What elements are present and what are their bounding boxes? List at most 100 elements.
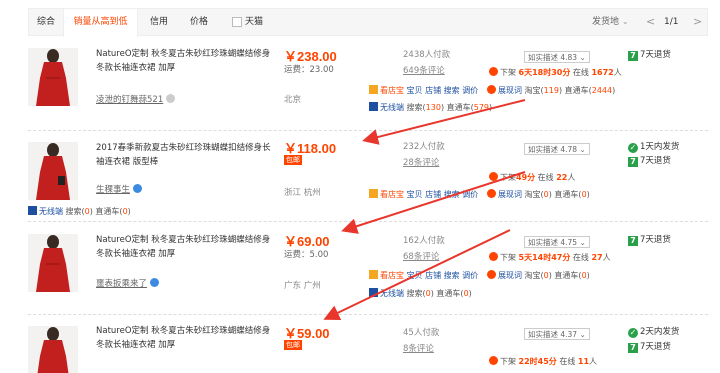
divider <box>28 221 708 222</box>
review-count[interactable]: 649条评论 <box>403 64 445 76</box>
search-link[interactable]: 搜索 <box>444 86 460 95</box>
review-count[interactable]: 68条评论 <box>403 250 439 262</box>
sort-tab-price[interactable]: 价格 <box>179 9 219 35</box>
location: 广东 广州 <box>284 281 321 291</box>
mobile-icon <box>369 288 378 297</box>
freight: 运费：5.00 <box>284 250 329 260</box>
wangwang-icon[interactable] <box>133 184 143 193</box>
listing-status: 下架 5天14时47分 在线 27人 <box>489 252 611 263</box>
price-adjust-link[interactable]: 调价 <box>462 86 478 95</box>
ship-fast-icon: ✓ <box>628 143 638 153</box>
kandianbao-link[interactable]: 看店宝 <box>380 271 404 280</box>
product-title[interactable]: NatureO定制 秋冬夏古朱砂红珍珠蝴蝶结修身冬款长袖连衣裙 加厚 <box>96 47 271 75</box>
product-thumbnail[interactable] <box>28 142 78 200</box>
keyword-link[interactable]: 展现词 <box>498 271 522 280</box>
keyword-icon <box>487 189 496 198</box>
return-icon: 7 <box>628 343 638 353</box>
description-score-dropdown[interactable]: 如实描述 4.75 ⌄ <box>524 236 590 248</box>
shop-name[interactable]: 噩表扳乘来了 <box>96 277 160 289</box>
keyword-link[interactable]: 展现词 <box>498 190 522 199</box>
keyword-icon <box>487 270 496 279</box>
free-shipping-badge: 包邮 <box>284 340 302 350</box>
wangwang-icon[interactable] <box>150 278 160 287</box>
shop-tools: 看店宝 宝贝 店铺 搜索 调价 <box>369 189 478 200</box>
sort-tab-overall[interactable]: 综合 <box>29 9 63 35</box>
location: 浙江 杭州 <box>284 188 321 198</box>
product-title[interactable]: NatureO定制 秋冬夏古朱砂红珍珠蝴蝶结修身冬款长袖连衣裙 加厚 <box>96 324 271 352</box>
ship-from-dropdown[interactable]: 发货地 ⌄ <box>592 9 629 35</box>
product-title[interactable]: NatureO定制 秋冬夏古朱砂红珍珠蝴蝶结修身冬款长袖连衣裙 加厚 <box>96 233 271 261</box>
sort-tab-credit[interactable]: 信用 <box>141 9 177 35</box>
description-score-dropdown[interactable]: 如实描述 4.37 ⌄ <box>524 328 590 340</box>
service-tag: 7 7天退货 <box>628 340 671 353</box>
wangwang-icon[interactable] <box>166 94 176 103</box>
mobile-link[interactable]: 无线端 <box>380 103 404 112</box>
service-tag: ✓ 2天内发货 <box>628 327 680 338</box>
dress-image <box>28 326 78 373</box>
product-title[interactable]: 2017春季新款夏古朱砂红珍珠蝴蝶扣结修身长袖连衣裙 版型棒 <box>96 141 271 169</box>
item-link[interactable]: 宝贝 <box>407 86 423 95</box>
service-tag: 7 7天退货 <box>628 154 671 167</box>
item-link[interactable]: 宝贝 <box>407 271 423 280</box>
freight: 运费：23.00 <box>284 65 334 75</box>
location: 北京 <box>284 95 302 105</box>
shop-link[interactable]: 店铺 <box>425 271 441 280</box>
mobile-icon <box>28 206 37 215</box>
shop-name-text: 噩表扳乘来了 <box>96 279 148 289</box>
paid-count: 232人付款 <box>403 142 445 152</box>
product-thumbnail[interactable] <box>28 48 78 106</box>
divider <box>28 130 708 131</box>
tmall-checkbox[interactable] <box>232 17 242 27</box>
prev-page-button[interactable]: < <box>646 9 655 35</box>
kandianbao-icon <box>369 189 378 198</box>
service-tag: ✓ 1天内发货 <box>628 142 680 153</box>
paid-count: 162人付款 <box>403 236 445 246</box>
description-score-dropdown[interactable]: 如实描述 4.78 ⌄ <box>524 143 590 155</box>
page-root: { "sort_bar": { "tabs": ["综合", "销量从高到低",… <box>0 0 720 373</box>
shop-tools: 看店宝 宝贝 店铺 搜索 调价 <box>369 270 478 281</box>
shop-name[interactable]: 凌泄的钉舞蒜521 <box>96 93 176 105</box>
divider <box>28 314 708 315</box>
item-link[interactable]: 宝贝 <box>407 190 423 199</box>
chevron-down-icon: ⌄ <box>621 17 629 26</box>
review-count[interactable]: 28条评论 <box>403 156 439 168</box>
review-count[interactable]: 8条评论 <box>403 342 434 354</box>
mobile-icon <box>369 102 378 111</box>
description-score: 如实描述 4.37 <box>528 330 578 339</box>
mobile-tools: 无线端 搜索(130) 直通车(579) <box>369 102 492 113</box>
listing-status: 下架 22时45分 在线 11人 <box>489 356 597 367</box>
listing-status: 下架49分 在线 22人 <box>489 172 575 183</box>
mobile-tools: 无线端 搜索(0) 直通车(0) <box>369 288 472 299</box>
price-adjust-link[interactable]: 调价 <box>462 190 478 199</box>
dress-image <box>28 48 78 106</box>
clock-icon <box>489 252 498 261</box>
shop-link[interactable]: 店铺 <box>425 190 441 199</box>
price-adjust-link[interactable]: 调价 <box>462 271 478 280</box>
description-score-dropdown[interactable]: 如实描述 4.83 ⌄ <box>524 51 590 63</box>
description-score: 如实描述 4.78 <box>528 145 578 154</box>
description-score: 如实描述 4.75 <box>528 238 578 247</box>
service-tag: 7 7天退货 <box>628 48 671 61</box>
listing-status: 下架 6天18时30分 在线 1672人 <box>489 67 622 78</box>
kandianbao-link[interactable]: 看店宝 <box>380 86 404 95</box>
kandianbao-icon <box>369 85 378 94</box>
keyword-link[interactable]: 展现词 <box>498 86 522 95</box>
product-thumbnail[interactable] <box>28 234 78 292</box>
kandianbao-link[interactable]: 看店宝 <box>380 190 404 199</box>
clock-icon <box>489 356 498 365</box>
service-tag: 7 7天退货 <box>628 233 671 246</box>
mobile-link[interactable]: 无线端 <box>380 289 404 298</box>
product-thumbnail[interactable] <box>28 326 78 373</box>
next-page-button[interactable]: > <box>693 9 702 35</box>
clock-icon <box>489 172 498 181</box>
shop-name[interactable]: 生稞事生 <box>96 183 143 195</box>
shop-link[interactable]: 店铺 <box>425 86 441 95</box>
tmall-filter-label[interactable]: 天猫 <box>245 9 275 35</box>
keyword-icon <box>487 85 496 94</box>
sort-bar: 综合 销量从高到低 信用 价格 天猫 发货地 ⌄ < 1/1 > <box>28 8 708 37</box>
mobile-link[interactable]: 无线端 <box>39 207 63 216</box>
kandianbao-icon <box>369 270 378 279</box>
search-link[interactable]: 搜索 <box>444 271 460 280</box>
search-link[interactable]: 搜索 <box>444 190 460 199</box>
sort-tab-sales[interactable]: 销量从高到低 <box>63 9 138 37</box>
